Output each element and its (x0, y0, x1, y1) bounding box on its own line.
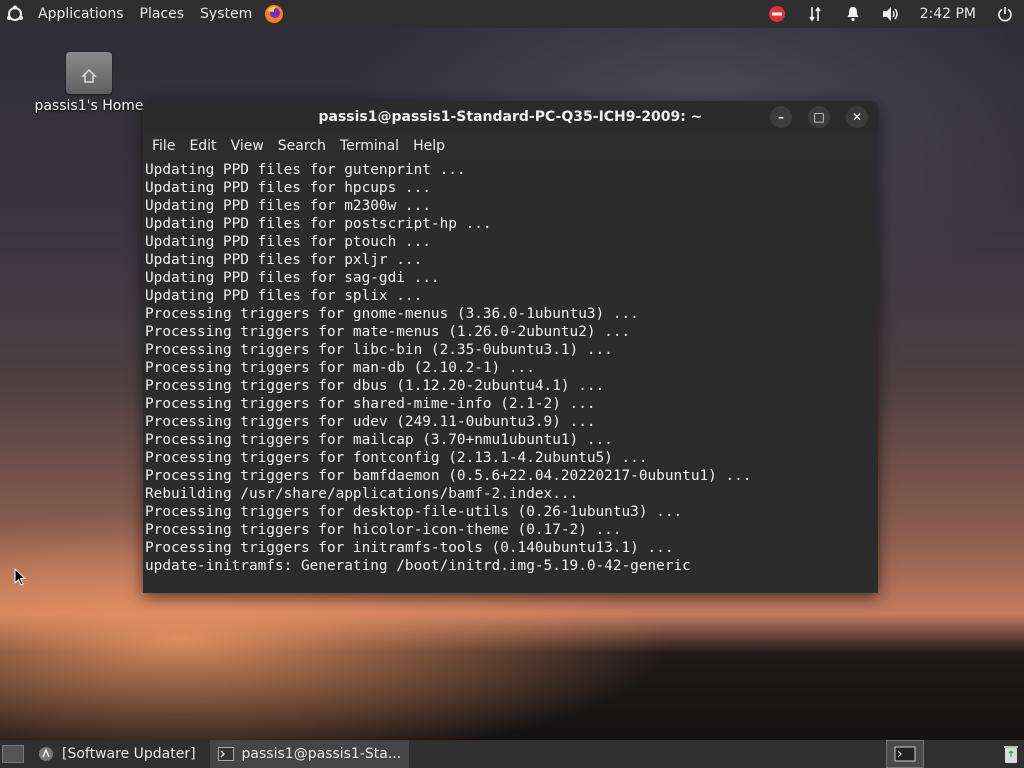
close-button[interactable]: ✕ (846, 106, 868, 128)
home-folder-label: passis1's Home (34, 98, 144, 114)
terminal-line: Processing triggers for dbus (1.12.20-2u… (145, 378, 605, 394)
taskbar-item-label: [Software Updater] (62, 746, 196, 762)
window-title: passis1@passis1-Standard-PC-Q35-ICH9-200… (318, 109, 703, 125)
terminal-line: Updating PPD files for sag-gdi ... (145, 270, 440, 286)
taskbar-item-label: passis1@passis1-Sta... (241, 746, 402, 762)
top-panel: Applications Places System 2:42 PM (0, 0, 1024, 28)
terminal-line: Processing triggers for fontconfig (2.13… (145, 450, 648, 466)
terminal-line: Processing triggers for desktop-file-uti… (145, 504, 683, 520)
window-controls: – □ ✕ (770, 106, 868, 128)
terminal-window: passis1@passis1-Standard-PC-Q35-ICH9-200… (143, 101, 878, 593)
menu-file[interactable]: File (145, 133, 182, 159)
menu-search[interactable]: Search (271, 133, 333, 159)
terminal-line: Updating PPD files for pxljr ... (145, 252, 423, 268)
system-menu[interactable]: System (192, 0, 260, 28)
terminal-line: Processing triggers for gnome-menus (3.3… (145, 306, 639, 322)
terminal-line: Updating PPD files for m2300w ... (145, 198, 431, 214)
terminal-line: Updating PPD files for splix ... (145, 288, 423, 304)
menu-terminal[interactable]: Terminal (333, 133, 406, 159)
places-menu[interactable]: Places (132, 0, 193, 28)
menu-edit[interactable]: Edit (182, 133, 223, 159)
home-folder-icon (66, 52, 112, 94)
terminal-line: Processing triggers for shared-mime-info… (145, 396, 596, 412)
terminal-line: Processing triggers for bamfdaemon (0.5.… (145, 468, 752, 484)
ubuntu-mate-logo-icon[interactable] (0, 0, 30, 28)
show-desktop-button[interactable] (2, 745, 24, 763)
minimize-button[interactable]: – (770, 106, 792, 128)
firefox-icon[interactable] (260, 0, 288, 28)
window-menubar: File Edit View Search Terminal Help (143, 133, 878, 159)
notification-bell-icon[interactable] (834, 0, 872, 28)
terminal-line: update-initramfs: Generating /boot/initr… (145, 558, 691, 574)
terminal-icon (217, 747, 234, 761)
maximize-button[interactable]: □ (808, 106, 830, 128)
panel-menu: Applications Places System (30, 0, 260, 28)
power-icon[interactable] (986, 0, 1024, 28)
terminal-line: Updating PPD files for hpcups ... (145, 180, 431, 196)
do-not-disturb-icon[interactable] (758, 0, 796, 28)
terminal-line: Processing triggers for hicolor-icon-the… (145, 522, 622, 538)
trash-icon[interactable] (1002, 744, 1020, 764)
home-folder-desktop-icon[interactable]: passis1's Home (30, 52, 148, 114)
taskbar-item-terminal[interactable]: passis1@passis1-Sta... (209, 740, 410, 768)
terminal-line: Rebuilding /usr/share/applications/bamf-… (145, 486, 579, 502)
applications-menu[interactable]: Applications (30, 0, 132, 28)
terminal-output[interactable]: Updating PPD files for gutenprint ... Up… (143, 159, 878, 593)
volume-icon[interactable] (872, 0, 910, 28)
terminal-line: Updating PPD files for ptouch ... (145, 234, 431, 250)
software-updater-icon (39, 747, 53, 761)
terminal-line: Processing triggers for man-db (2.10.2-1… (145, 360, 535, 376)
workspace-terminal-icon (894, 746, 916, 762)
window-titlebar[interactable]: passis1@passis1-Standard-PC-Q35-ICH9-200… (143, 101, 878, 133)
taskbar-item-software-updater[interactable]: [Software Updater] (30, 740, 204, 768)
bottom-panel: [Software Updater] passis1@passis1-Sta..… (0, 740, 1024, 768)
terminal-line: Processing triggers for mate-menus (1.26… (145, 324, 631, 340)
menu-help[interactable]: Help (406, 133, 452, 159)
terminal-line: Updating PPD files for postscript-hp ... (145, 216, 492, 232)
system-tray: 2:42 PM (758, 0, 1024, 28)
terminal-line: Processing triggers for udev (249.11-0ub… (145, 414, 596, 430)
network-icon[interactable] (796, 0, 834, 28)
clock[interactable]: 2:42 PM (910, 6, 986, 22)
mouse-pointer-icon (14, 567, 27, 590)
workspace-switcher[interactable] (886, 740, 924, 768)
terminal-line: Processing triggers for libc-bin (2.35-0… (145, 342, 613, 358)
terminal-line: Processing triggers for mailcap (3.70+nm… (145, 432, 613, 448)
terminal-line: Updating PPD files for gutenprint ... (145, 162, 466, 178)
terminal-line: Processing triggers for initramfs-tools … (145, 540, 674, 556)
menu-view[interactable]: View (224, 133, 271, 159)
